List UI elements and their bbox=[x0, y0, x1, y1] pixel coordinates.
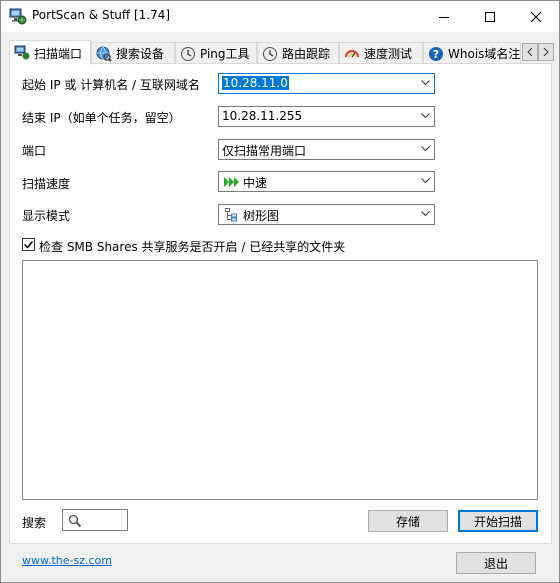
minimize-button[interactable] bbox=[421, 1, 467, 32]
tab-scroll-right-button[interactable] bbox=[538, 43, 554, 61]
tab-label: 扫描端口 bbox=[34, 46, 83, 61]
chevron-right-icon bbox=[543, 48, 549, 56]
minimize-icon bbox=[439, 16, 449, 18]
svg-text:?: ? bbox=[433, 48, 439, 61]
speed-combobox[interactable]: 中速 bbox=[218, 171, 435, 192]
exit-button-label: 退出 bbox=[483, 556, 508, 571]
end-ip-label: 结束 IP（如单个任务，留空） bbox=[22, 111, 181, 125]
tab-ping-tool[interactable]: Ping工具 bbox=[175, 42, 257, 64]
speedometer-icon bbox=[345, 49, 359, 57]
port-label: 端口 bbox=[22, 144, 47, 158]
scan-results-area[interactable] bbox=[22, 260, 538, 500]
port-value: 仅扫描常用端口 bbox=[222, 144, 307, 158]
display-mode-combobox[interactable]: 树形图 bbox=[218, 204, 435, 225]
fast-forward-icon bbox=[224, 177, 239, 187]
tab-label: 搜索设备 bbox=[116, 47, 165, 61]
smb-check-label[interactable]: 检查 SMB Shares 共享服务是否开启 / 已经共享的文件夹 bbox=[39, 238, 345, 255]
tab-label: 路由跟踪 bbox=[282, 47, 331, 61]
tab-label: 速度测试 bbox=[364, 47, 413, 61]
display-mode-label: 显示模式 bbox=[22, 209, 71, 223]
title-bar[interactable]: PortScan & Stuff [1.74] bbox=[1, 1, 559, 32]
chevron-down-icon bbox=[421, 178, 430, 184]
chevron-down-icon bbox=[421, 113, 430, 119]
question-icon: ? bbox=[429, 46, 443, 61]
clock-ping-icon bbox=[181, 46, 195, 61]
close-button[interactable] bbox=[513, 1, 559, 32]
start-ip-combobox[interactable]: 10.28.11.0 bbox=[218, 73, 435, 94]
checkmark-icon bbox=[23, 241, 34, 249]
tab-traceroute[interactable]: 路由跟踪 bbox=[257, 42, 339, 64]
maximize-icon bbox=[485, 11, 495, 22]
start-scan-button[interactable]: 开始扫描 bbox=[458, 510, 538, 532]
tab-scan-ports[interactable]: 扫描端口 bbox=[9, 40, 91, 65]
chevron-down-icon bbox=[421, 80, 430, 86]
chevron-left-icon bbox=[527, 48, 533, 56]
save-button-label: 存储 bbox=[395, 514, 420, 529]
start-scan-button-label: 开始扫描 bbox=[473, 514, 522, 529]
end-ip-combobox[interactable]: 10.28.11.255 bbox=[218, 106, 435, 127]
speed-value: 中速 bbox=[243, 176, 268, 190]
search-icon bbox=[68, 514, 82, 528]
close-icon bbox=[531, 11, 541, 22]
website-link[interactable]: www.the-sz.com bbox=[22, 554, 112, 567]
tab-label: Ping工具 bbox=[200, 47, 250, 61]
globe-search-icon bbox=[96, 46, 112, 62]
scan-ports-panel: 起始 IP 或 计算机名 / 互联网域名 10.28.11.0 结束 IP（如单… bbox=[9, 63, 552, 544]
start-ip-value: 10.28.11.0 bbox=[222, 76, 289, 90]
display-mode-value: 树形图 bbox=[243, 209, 280, 223]
tab-speed-test[interactable]: 速度测试 bbox=[339, 42, 423, 64]
window-title: PortScan & Stuff [1.74] bbox=[32, 8, 171, 22]
network-computer-icon bbox=[14, 45, 30, 60]
tab-whois[interactable]: ? Whois域名注 bbox=[423, 42, 521, 64]
end-ip-value: 10.28.11.255 bbox=[222, 109, 303, 123]
clock-trace-icon bbox=[263, 46, 277, 61]
smb-check-checkbox[interactable] bbox=[22, 238, 35, 251]
start-ip-label: 起始 IP 或 计算机名 / 互联网域名 bbox=[22, 78, 200, 92]
maximize-button[interactable] bbox=[467, 1, 513, 32]
chevron-down-icon bbox=[421, 211, 430, 217]
port-combobox[interactable]: 仅扫描常用端口 bbox=[218, 139, 435, 160]
speed-label: 扫描速度 bbox=[22, 177, 71, 191]
tab-search-devices[interactable]: 搜索设备 bbox=[91, 42, 175, 64]
tree-view-icon bbox=[225, 208, 237, 222]
tab-label: Whois域名注 bbox=[448, 47, 521, 61]
chevron-down-icon bbox=[421, 146, 430, 152]
search-input[interactable] bbox=[62, 509, 128, 531]
app-icon bbox=[9, 8, 27, 25]
tab-strip: 扫描端口 搜索设备 Ping工具 路由跟踪 速度测试 ? Whois域名注 bbox=[1, 40, 559, 65]
search-label: 搜索 bbox=[22, 516, 47, 530]
save-button[interactable]: 存储 bbox=[368, 510, 448, 532]
tab-scroll-left-button[interactable] bbox=[522, 43, 538, 61]
exit-button[interactable]: 退出 bbox=[456, 552, 536, 574]
app-window: PortScan & Stuff [1.74] 扫描端口 搜索设备 Ping工具… bbox=[0, 0, 560, 583]
